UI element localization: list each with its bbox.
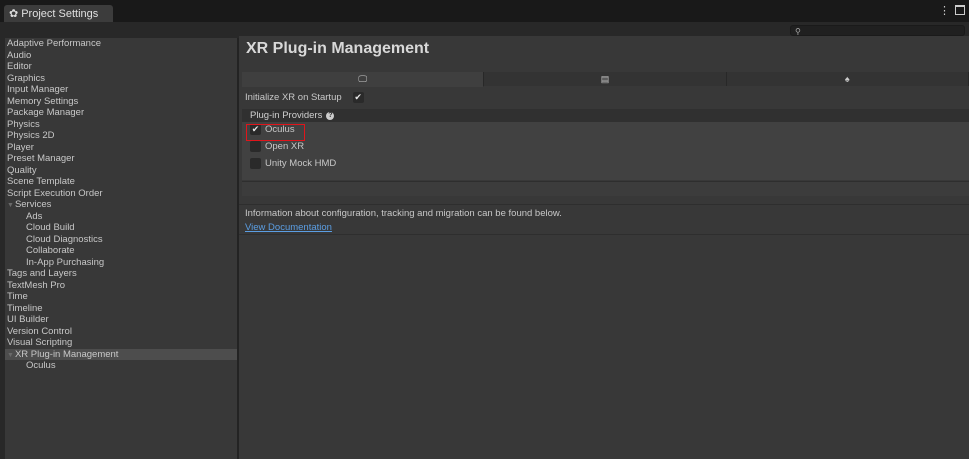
sidebar-item-label: Package Manager	[7, 107, 85, 118]
settings-sidebar: Adaptive Performance Audio Editor Graphics I…	[5, 38, 237, 459]
expand-arrow-icon[interactable]: ▼	[7, 352, 14, 359]
sidebar-item-quality[interactable]: Quality	[5, 165, 237, 177]
sidebar-item-label: Timeline	[7, 302, 43, 314]
sidebar-item-label: Memory Settings	[7, 95, 79, 107]
sidebar-item-adaptive-performance[interactable]: Adaptive Performance	[5, 38, 237, 50]
provider-open-xr: Open XR	[250, 141, 304, 152]
sidebar-item-xr-plug-in-management[interactable]: ▼XR Plug-in Management	[5, 348, 237, 360]
sidebar-item-timeline[interactable]: Timeline	[5, 303, 237, 315]
platform-tabs: 🖵 ▤ ♠	[242, 72, 969, 87]
sidebar-item-label: Oculus	[26, 360, 56, 371]
highlight-box	[246, 124, 305, 141]
provider-unity-mock-hmd: Unity Mock HMD	[250, 158, 336, 169]
help-icon[interactable]: ?	[326, 111, 335, 120]
sidebar-item-label: TextMesh Pro	[7, 279, 66, 291]
title-bar: ✿ Project Settings ⋮	[0, 0, 969, 22]
sidebar-item-label: Editor	[7, 61, 32, 72]
sidebar-item-cloud-diagnostics[interactable]: Cloud Diagnostics	[5, 234, 237, 246]
divider	[239, 234, 969, 235]
window-controls: ⋮	[939, 4, 965, 17]
sidebar-item-ads[interactable]: Ads	[5, 211, 237, 223]
initialize-xr-row: Initialize XR on Startup ✔	[245, 92, 364, 103]
sidebar-item-services[interactable]: ▼Services	[5, 199, 237, 211]
sidebar-item-label: Cloud Diagnostics	[26, 233, 103, 245]
sidebar-item-label: Player	[7, 141, 34, 153]
project-settings-tab[interactable]: ✿ Project Settings	[4, 5, 113, 22]
info-text: Information about configuration, trackin…	[245, 208, 562, 219]
initialize-xr-label: Initialize XR on Startup	[245, 92, 342, 103]
sidebar-item-label: UI Builder	[7, 314, 49, 325]
kebab-menu-icon[interactable]: ⋮	[939, 4, 950, 17]
sidebar-item-label: Adaptive Performance	[7, 38, 101, 49]
sidebar-item-oculus[interactable]: Oculus	[5, 360, 237, 372]
provider-label: Open XR	[265, 141, 305, 152]
sidebar-item-label: Collaborate	[26, 245, 75, 256]
page-title: XR Plug-in Management	[246, 40, 430, 57]
provider-checkbox[interactable]	[250, 158, 261, 169]
plugin-providers-header: Plug-in Providers ?	[242, 109, 969, 122]
sidebar-item-cloud-build[interactable]: Cloud Build	[5, 222, 237, 234]
server-icon: ▤	[600, 73, 610, 84]
sidebar-item-physics[interactable]: Physics	[5, 119, 237, 131]
sidebar-item-label: XR Plug-in Management	[14, 348, 119, 360]
monitor-icon: 🖵	[358, 73, 367, 84]
sidebar-item-label: Graphics	[7, 72, 46, 84]
android-icon: ♠	[844, 74, 850, 84]
sidebar-item-label: Quality	[7, 164, 37, 176]
sidebar-item-textmesh-pro[interactable]: TextMesh Pro	[5, 280, 237, 292]
main-panel: XR Plug-in Management 🖵 ▤ ♠ Initialize XR …	[239, 36, 969, 459]
expand-arrow-icon[interactable]: ▼	[7, 202, 14, 209]
sidebar-item-label: Physics 2D	[7, 130, 55, 141]
sidebar-item-version-control[interactable]: Version Control	[5, 326, 237, 338]
view-documentation-link[interactable]: View Documentation	[245, 222, 332, 233]
sidebar-item-label: In-App Purchasing	[26, 256, 105, 268]
plugin-providers-label: Plug-in Providers	[250, 110, 323, 121]
sidebar-item-label: Physics	[7, 118, 40, 130]
sidebar-item-in-app-purchasing[interactable]: In-App Purchasing	[5, 257, 237, 269]
sidebar-item-label: Input Manager	[7, 84, 69, 95]
sidebar-item-memory-settings[interactable]: Memory Settings	[5, 96, 237, 108]
sidebar-item-label: Cloud Build	[26, 222, 75, 233]
sidebar-item-visual-scripting[interactable]: Visual Scripting	[5, 337, 237, 349]
sidebar-item-editor[interactable]: Editor	[5, 61, 237, 73]
sidebar-item-label: Services	[14, 199, 52, 210]
sidebar-item-label: Script Execution Order	[7, 187, 103, 199]
sidebar-item-collaborate[interactable]: Collaborate	[5, 245, 237, 257]
sidebar-item-script-execution-order[interactable]: Script Execution Order	[5, 188, 237, 200]
sidebar-item-label: Tags and Layers	[7, 268, 77, 279]
sidebar-item-preset-manager[interactable]: Preset Manager	[5, 153, 237, 165]
gear-icon: ✿	[9, 8, 19, 20]
sidebar-item-input-manager[interactable]: Input Manager	[5, 84, 237, 96]
sidebar-item-label: Preset Manager	[7, 153, 75, 164]
provider-label: Unity Mock HMD	[265, 158, 337, 169]
sidebar-item-ui-builder[interactable]: UI Builder	[5, 314, 237, 326]
sidebar-item-label: Audio	[7, 49, 32, 61]
search-input[interactable]: ⚲	[790, 25, 965, 36]
sidebar-item-label: Scene Template	[7, 176, 75, 187]
platform-tab-server[interactable]: ▤	[484, 72, 727, 86]
search-icon: ⚲	[795, 27, 801, 36]
provider-checkbox[interactable]	[250, 141, 261, 152]
sidebar-item-audio[interactable]: Audio	[5, 50, 237, 62]
sidebar-item-graphics[interactable]: Graphics	[5, 73, 237, 85]
sidebar-item-player[interactable]: Player	[5, 142, 237, 154]
tab-title: Project Settings	[21, 7, 99, 20]
maximize-icon[interactable]	[955, 5, 965, 15]
sidebar-item-physics-2d[interactable]: Physics 2D	[5, 130, 237, 142]
platform-tab-android[interactable]: ♠	[726, 72, 969, 86]
sidebar-item-tags-and-layers[interactable]: Tags and Layers	[5, 268, 237, 280]
plugin-providers-list: ✔ Oculus Open XR Unity Mock HMD	[242, 122, 969, 180]
platform-tab-monitor[interactable]: 🖵	[242, 72, 485, 87]
sidebar-item-package-manager[interactable]: Package Manager	[5, 107, 237, 119]
sidebar-item-label: Time	[7, 291, 28, 302]
sidebar-item-scene-template[interactable]: Scene Template	[5, 176, 237, 188]
providers-footer	[242, 181, 969, 196]
sidebar-item-time[interactable]: Time	[5, 291, 237, 303]
sidebar-item-label: Version Control	[7, 325, 72, 337]
sidebar-item-label: Ads	[26, 210, 43, 222]
sidebar-item-label: Visual Scripting	[7, 337, 73, 348]
divider	[239, 204, 969, 205]
initialize-xr-checkbox[interactable]: ✔	[352, 92, 364, 103]
